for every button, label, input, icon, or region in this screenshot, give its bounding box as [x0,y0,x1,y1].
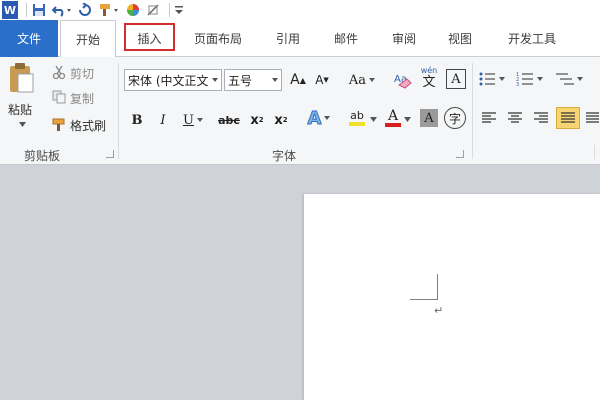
svg-text:3: 3 [516,82,519,88]
subscript-glyph: x [250,112,259,128]
document-page[interactable]: ↵ [304,194,600,400]
align-right-icon[interactable] [532,109,550,127]
clipboard-dialog-launcher-icon[interactable] [106,150,114,158]
highlight-dropdown-icon[interactable] [370,117,377,122]
tab-file[interactable]: 文件 [0,20,58,57]
group-separator [118,63,119,159]
paste-label[interactable]: 粘贴 [8,101,32,118]
bold-button[interactable]: B [128,109,146,131]
highlight-glyph: ab [350,109,364,122]
tab-page-layout[interactable]: 页面布局 [188,20,248,57]
character-shading-button[interactable]: A [420,109,438,127]
change-case-glyph: Aa [348,72,367,88]
group-separator [594,145,595,159]
customize-qat-icon[interactable] [174,1,184,19]
ribbon-home-panel: 粘贴 剪切 复制 格式刷 剪贴板 宋体 (中文正文 五号 A ▲ A ▼ Aa Aa… [0,57,600,165]
tab-developer[interactable]: 开发工具 [498,20,566,57]
distributed-align-icon[interactable] [584,109,600,127]
shrink-font-glyph: A [315,73,324,87]
format-painter-label[interactable]: 格式刷 [70,117,106,134]
align-center-icon[interactable] [506,109,524,127]
character-border-glyph: A [451,71,461,87]
clear-formatting-icon[interactable]: Aa [392,69,414,91]
align-left-icon[interactable] [480,109,498,127]
paragraph-mark: ↵ [434,304,444,317]
font-name-dropdown-icon[interactable] [212,78,218,82]
font-size-dropdown-icon[interactable] [272,78,278,82]
insert-tab-highlight-box [124,23,175,51]
superscript-button[interactable]: x2 [272,109,290,131]
clear-format-icon[interactable] [145,1,161,19]
text-effects-button[interactable]: A [304,107,334,129]
clipboard-group-label: 剪贴板 [24,149,61,163]
subscript-button[interactable]: x2 [248,109,266,131]
underline-button[interactable]: U [180,109,206,131]
font-color-glyph: A [387,108,399,124]
margin-corner-mark [410,274,438,300]
character-border-button[interactable]: A [446,69,466,89]
grow-font-button[interactable]: A ▲ [288,69,308,91]
qat-separator [169,3,170,17]
tab-home[interactable]: 开始 [60,20,116,58]
change-case-dropdown-icon[interactable] [369,78,376,82]
text-effects-glyph: A [307,107,322,129]
italic-button[interactable]: I [154,109,172,131]
multilevel-list-icon[interactable] [554,69,584,89]
quick-access-toolbar: W [0,0,600,20]
highlight-color-bar [349,122,365,126]
shrink-font-button[interactable]: A ▼ [312,69,332,91]
superscript-glyph: x [274,112,283,128]
group-separator [472,63,473,159]
strikethrough-button[interactable]: abc [216,109,242,131]
copy-icon[interactable] [52,90,66,104]
word-logo-icon: W [2,1,18,19]
change-case-button[interactable]: Aa [346,69,378,91]
grow-font-glyph: A [290,72,300,88]
color-wheel-icon[interactable] [125,1,141,19]
tab-references[interactable]: 引用 [264,20,312,57]
underline-dropdown-icon[interactable] [196,118,203,122]
pinyin-base-char: 文 [422,75,436,90]
tab-mailings[interactable]: 邮件 [322,20,370,57]
cut-icon[interactable] [52,65,66,79]
format-brush-icon[interactable] [97,1,121,19]
qat-separator [26,3,27,17]
font-color-bar [385,123,401,127]
tab-review[interactable]: 审阅 [380,20,428,57]
undo-icon[interactable] [51,1,73,19]
redo-icon[interactable] [77,1,93,19]
font-name-combo[interactable]: 宋体 (中文正文 [124,69,222,91]
bullets-icon[interactable] [478,69,506,89]
font-group-label: 字体 [272,149,297,163]
font-color-button[interactable]: A [380,107,406,129]
text-effects-dropdown-icon[interactable] [324,116,331,120]
superscript-mark: 2 [282,116,288,124]
ribbon-tab-bar: 文件 开始 插入 页面布局 引用 邮件 审阅 视图 开发工具 [0,20,600,58]
enclose-characters-button[interactable]: 字 [444,107,466,129]
cut-label[interactable]: 剪切 [70,65,94,82]
tab-view[interactable]: 视图 [436,20,484,57]
font-size-value: 五号 [228,73,253,88]
format-painter-icon[interactable] [50,117,68,133]
pinyin-text: wén [420,66,438,75]
numbering-icon[interactable]: 123 [516,69,544,89]
font-dialog-launcher-icon[interactable] [456,150,464,158]
copy-label[interactable]: 复制 [70,90,94,107]
pinyin-guide-icon[interactable]: wén 文 [418,65,440,91]
paste-icon[interactable] [6,61,36,95]
paste-dropdown-icon[interactable] [18,121,26,127]
subscript-mark: 2 [258,116,264,124]
underline-glyph: U [183,112,194,128]
shrink-arrow-icon: ▼ [323,76,329,84]
font-color-dropdown-icon[interactable] [404,117,411,122]
font-size-combo[interactable]: 五号 [224,69,282,91]
justify-icon[interactable] [556,107,580,129]
save-icon[interactable] [31,1,47,19]
font-name-value: 宋体 (中文正文 [128,73,209,88]
text-highlight-button[interactable]: ab [340,107,374,129]
grow-arrow-icon: ▲ [299,75,306,85]
